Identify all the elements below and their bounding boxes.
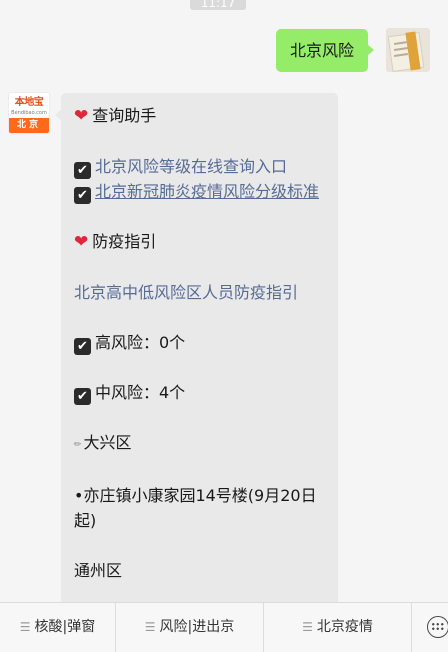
checkbox-icon: ✔	[74, 338, 91, 355]
prevention-guide-link[interactable]: 北京高中低风险区人员防疫指引	[74, 280, 324, 305]
risk-level-query-link[interactable]: 北京风险等级在线查询入口	[95, 157, 287, 176]
heart-icon: ❤	[74, 232, 89, 252]
menu-item-label: 风险|进出京	[159, 619, 235, 635]
hamburger-icon: ☰	[144, 620, 156, 634]
link-row: ✔ 北京新冠肺炎疫情风险分级标准	[74, 179, 324, 204]
avatar-city-badge: 北京	[9, 118, 49, 133]
menu-item-label: 核酸|弹窗	[34, 619, 96, 635]
timestamp: 11:17	[190, 0, 246, 10]
avatar-brand-logo: 本地宝	[14, 97, 44, 108]
district-row-partial: 通州区	[74, 558, 324, 583]
checkbox-icon: ✔	[74, 162, 91, 179]
user-avatar[interactable]	[386, 28, 430, 72]
menu-item-risk-travel[interactable]: ☰ 风险|进出京	[116, 603, 263, 652]
section-title: 查询助手	[92, 106, 157, 125]
hamburger-icon: ☰	[302, 620, 313, 634]
menu-item-beijing-epidemic[interactable]: ☰ 北京疫情	[264, 603, 411, 652]
link-row: ✔ 北京风险等级在线查询入口	[74, 154, 324, 179]
heart-icon: ❤	[74, 106, 89, 126]
incoming-message-bubble: ❤ 查询助手 ✔ 北京风险等级在线查询入口 ✔ 北京新冠肺炎疫情风险分级标准 ❤ 防疫指…	[55, 93, 338, 633]
district-name: 大兴区	[83, 433, 132, 452]
section-title: 防疫指引	[92, 232, 157, 251]
high-risk-row: ✔ 高风险：0个	[74, 330, 324, 355]
menu-divider	[411, 603, 412, 652]
hamburger-icon: ☰	[19, 620, 31, 634]
pushpin-icon: ✏	[74, 440, 82, 450]
risk-standard-link[interactable]: 北京新冠肺炎疫情风险分级标准	[95, 182, 319, 201]
mid-risk-row: ✔ 中风险：4个	[74, 380, 324, 405]
risk-area-item: •亦庄镇小康家园14号楼(9月20日起)	[74, 486, 317, 530]
district-row: ✏ 大兴区	[74, 430, 324, 458]
mid-risk-count: 中风险：4个	[95, 383, 186, 402]
district-name: 通州区	[74, 561, 123, 580]
section-title-row: ❤ 防疫指引	[74, 229, 324, 255]
high-risk-count: 高风险：0个	[95, 333, 186, 352]
menu-item-label: 北京疫情	[316, 619, 373, 635]
outgoing-message-bubble[interactable]: 北京风险	[276, 29, 375, 72]
avatar-brand-url: Bendibao.com	[11, 110, 47, 116]
checkbox-icon: ✔	[74, 187, 91, 204]
bottom-menu-bar: ☰ 核酸|弹窗 ☰ 风险|进出京 ☰ 北京疫情	[0, 602, 448, 652]
official-account-avatar[interactable]: 本地宝 Bendibao.com 北京	[8, 92, 50, 134]
menu-item-nucleic-acid[interactable]: ☰ 核酸|弹窗	[0, 603, 115, 652]
outgoing-message-text: 北京风险	[290, 41, 355, 60]
keyboard-icon[interactable]	[427, 616, 448, 638]
checkbox-icon: ✔	[74, 388, 91, 405]
section-title-row: ❤ 查询助手	[74, 103, 324, 129]
